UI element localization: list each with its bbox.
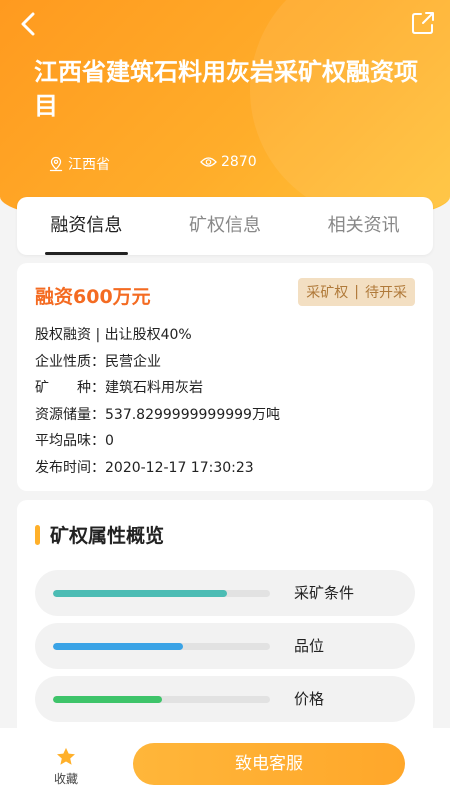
info-line-equity: 股权融资 | 出让股权40% [35, 322, 280, 349]
share-button[interactable] [410, 10, 436, 36]
finance-details: 股权融资 | 出让股权40% 企业性质： 民营企业 矿 种： 建筑石料用灰岩 资… [35, 322, 280, 481]
back-button[interactable] [14, 10, 42, 38]
favorite-label: 收藏 [53, 772, 78, 786]
finance-amount: 融资600万元 [35, 286, 151, 308]
star-icon [57, 747, 75, 765]
eye-icon [200, 157, 217, 167]
reserves-value: 537.8299999999999万吨 [105, 406, 280, 423]
page-title: 江西省建筑石料用灰岩采矿权融资项目 [34, 58, 418, 120]
enterprise-value: 民营企业 [105, 353, 161, 370]
property-row-grade: 品位 [35, 623, 415, 669]
property-track [53, 590, 270, 597]
published-label: 发布时间： [35, 459, 105, 476]
published-value: 2020-12-17 17:30:23 [105, 459, 254, 476]
favorite-button[interactable]: 收藏 [46, 746, 86, 787]
call-service-button[interactable]: 致电客服 [133, 743, 405, 785]
property-fill [53, 696, 162, 703]
mineral-label: 矿 种： [35, 380, 105, 396]
grade-label: 平均品味： [35, 433, 105, 449]
property-label: 采矿条件 [294, 584, 355, 602]
tab-related-news[interactable]: 相关资讯 [294, 197, 433, 255]
financing-card: 融资600万元 采矿权 | 待开采 股权融资 | 出让股权40% 企业性质： 民… [17, 263, 433, 491]
property-track [53, 643, 270, 650]
info-line-mineral: 矿 种： 建筑石料用灰岩 [35, 375, 280, 402]
tab-mining-rights-info[interactable]: 矿权信息 [156, 197, 295, 255]
info-line-reserves: 资源储量： 537.8299999999999万吨 [35, 402, 280, 429]
property-label: 品位 [294, 637, 325, 655]
properties-title: 矿权属性概览 [50, 525, 165, 547]
badge-type: 采矿权 [306, 285, 349, 301]
badge-status: 待开采 [365, 285, 407, 301]
properties-heading: 矿权属性概览 [35, 521, 164, 548]
reserves-label: 资源储量： [35, 406, 105, 423]
property-row-mining-conditions: 采矿条件 [35, 570, 415, 616]
property-row-price: 价格 [35, 676, 415, 722]
location-text: 江西省 [68, 157, 110, 173]
badge-divider: | [354, 284, 359, 300]
share-icon [412, 12, 434, 34]
status-badge: 采矿权 | 待开采 [298, 278, 415, 306]
chevron-left-icon [21, 12, 35, 36]
heading-accent-bar [35, 524, 40, 545]
location-meta: 江西省 [48, 154, 110, 174]
property-track [53, 696, 270, 703]
property-fill [53, 590, 227, 597]
info-line-published: 发布时间： 2020-12-17 17:30:23 [35, 455, 280, 482]
property-label: 价格 [294, 690, 325, 708]
views-meta: 2870 [200, 154, 257, 170]
properties-card: 矿权属性概览 采矿条件 品位 价格 [17, 500, 433, 750]
property-fill [53, 643, 184, 650]
views-count: 2870 [221, 154, 257, 170]
info-line-enterprise: 企业性质： 民营企业 [35, 349, 280, 376]
tab-bar: 融资信息 矿权信息 相关资讯 [17, 197, 433, 255]
bottom-action-bar: 收藏 致电客服 [0, 728, 450, 800]
enterprise-label: 企业性质： [35, 353, 105, 370]
info-line-grade: 平均品味： 0 [35, 428, 280, 455]
equity-value: 股权融资 | 出让股权40% [35, 327, 192, 343]
grade-value: 0 [105, 433, 114, 449]
mineral-value: 建筑石料用灰岩 [105, 380, 203, 396]
tab-financing-info[interactable]: 融资信息 [17, 197, 156, 255]
location-pin-icon [49, 156, 63, 172]
